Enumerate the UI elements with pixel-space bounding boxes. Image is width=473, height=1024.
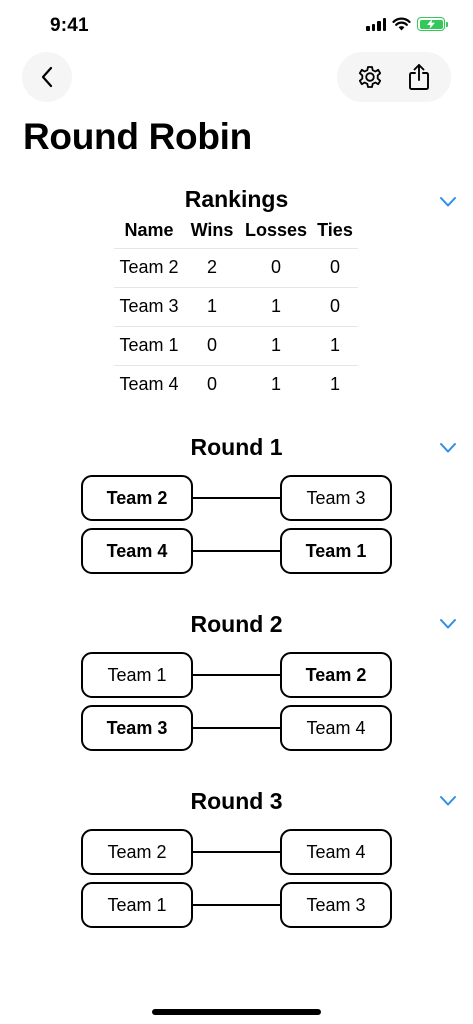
team-name-cell: Team 1 [114, 325, 184, 365]
round-2-title: Round 2 [190, 611, 283, 637]
ties-cell: 0 [312, 247, 358, 287]
status-time: 9:41 [50, 15, 89, 36]
match-connector [191, 497, 282, 499]
column-header-ties: Ties [317, 220, 353, 241]
round-1-title: Round 1 [190, 434, 283, 460]
rankings-table: Name Wins Losses Ties Team 2 2 0 0 Team … [114, 214, 358, 404]
rankings-header-row: Name Wins Losses Ties [114, 214, 358, 248]
toolbar-actions [337, 52, 451, 102]
table-row: Team 2 2 0 0 [114, 247, 358, 287]
match-connector [191, 550, 282, 552]
wins-cell: 1 [184, 286, 240, 326]
ties-cell: 1 [312, 364, 358, 404]
wifi-icon [392, 17, 411, 31]
team-button[interactable]: Team 4 [280, 705, 392, 751]
match-round-1-2: Team 4 Team 1 [81, 528, 392, 574]
match-round-3-1: Team 2 Team 4 [81, 829, 392, 875]
team-button[interactable]: Team 1 [280, 528, 392, 574]
status-bar: 9:41 [0, 0, 473, 54]
table-row: Team 1 0 1 1 [114, 325, 358, 365]
match-connector [191, 851, 282, 853]
wins-cell: 2 [184, 247, 240, 287]
match-round-3-2: Team 1 Team 3 [81, 882, 392, 928]
team-button[interactable]: Team 2 [81, 829, 193, 875]
ties-cell: 1 [312, 325, 358, 365]
match-round-1-1: Team 2 Team 3 [81, 475, 392, 521]
match-round-2-1: Team 1 Team 2 [81, 652, 392, 698]
back-button[interactable] [22, 52, 72, 102]
team-name-cell: Team 2 [114, 247, 184, 287]
round-3-title: Round 3 [190, 788, 283, 814]
ties-cell: 0 [312, 286, 358, 326]
team-button[interactable]: Team 4 [280, 829, 392, 875]
losses-cell: 1 [240, 286, 312, 326]
table-row: Team 3 1 1 0 [114, 286, 358, 326]
match-connector [191, 904, 282, 906]
team-button[interactable]: Team 1 [81, 882, 193, 928]
battery-charging-icon [417, 17, 448, 31]
team-button[interactable]: Team 2 [81, 475, 193, 521]
team-name-cell: Team 3 [114, 286, 184, 326]
team-button[interactable]: Team 3 [280, 882, 392, 928]
column-header-losses: Losses [244, 220, 308, 241]
chevron-left-icon [41, 66, 53, 88]
gear-icon [358, 66, 381, 88]
cellular-signal-icon [366, 17, 386, 31]
home-indicator [152, 1009, 321, 1015]
losses-cell: 1 [240, 325, 312, 365]
column-header-wins: Wins [190, 220, 234, 241]
match-round-2-2: Team 3 Team 4 [81, 705, 392, 751]
wins-cell: 0 [184, 364, 240, 404]
rankings-title: Rankings [184, 186, 289, 212]
match-connector [191, 674, 282, 676]
chevron-down-icon[interactable] [439, 618, 457, 630]
wins-cell: 0 [184, 325, 240, 365]
page-title: Round Robin [23, 116, 252, 157]
losses-cell: 1 [240, 364, 312, 404]
settings-button[interactable] [348, 55, 392, 99]
team-button[interactable]: Team 3 [81, 705, 193, 751]
team-button[interactable]: Team 3 [280, 475, 392, 521]
team-name-cell: Team 4 [114, 364, 184, 404]
team-button[interactable]: Team 4 [81, 528, 193, 574]
column-header-name: Name [124, 220, 174, 241]
table-row: Team 4 0 1 1 [114, 364, 358, 404]
share-icon [408, 64, 429, 90]
match-connector [191, 727, 282, 729]
team-button[interactable]: Team 2 [280, 652, 392, 698]
share-button[interactable] [397, 55, 441, 99]
chevron-down-icon[interactable] [439, 795, 457, 807]
chevron-down-icon[interactable] [439, 196, 457, 208]
status-icons [366, 17, 448, 31]
losses-cell: 0 [240, 247, 312, 287]
team-button[interactable]: Team 1 [81, 652, 193, 698]
chevron-down-icon[interactable] [439, 442, 457, 454]
